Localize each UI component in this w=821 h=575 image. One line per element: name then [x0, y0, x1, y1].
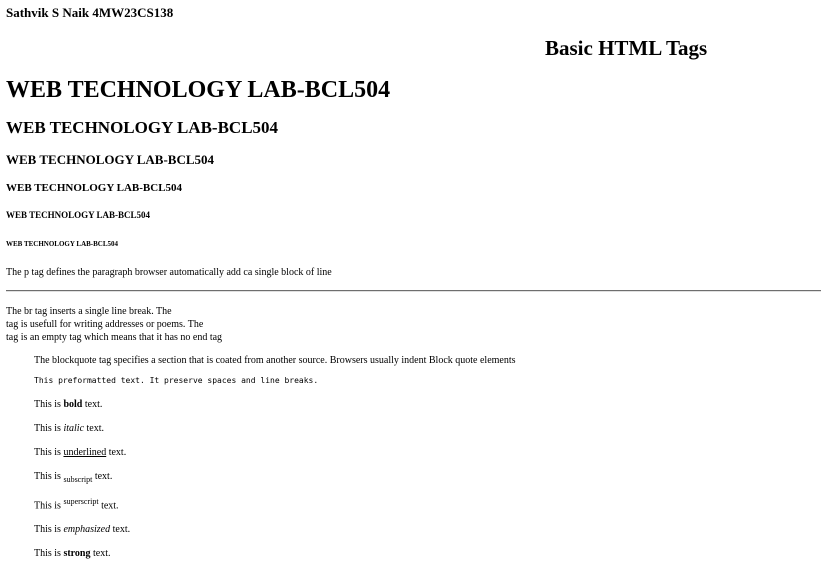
preformatted-text: This preformatted text. It preserve spac…	[34, 376, 319, 385]
heading-3: WEB TECHNOLOGY LAB-BCL504	[6, 152, 215, 167]
br-line: tag is usefull for writing addresses or …	[6, 319, 204, 330]
underline-example: This is underlined text.	[34, 447, 126, 458]
br-line: tag is an empty tag which means that it …	[6, 332, 223, 343]
strong-example: This is strong text.	[34, 548, 111, 559]
bold-text: bold	[63, 399, 83, 410]
prefix-text: This is	[34, 500, 61, 512]
suffix-text: text.	[94, 471, 113, 482]
suffix-text: text.	[112, 524, 131, 535]
prefix-text: This is	[34, 524, 61, 535]
italic-text: italic	[63, 423, 85, 434]
paragraph-text: The p tag defines the paragraph browser …	[6, 267, 332, 278]
suffix-text: text.	[84, 399, 103, 410]
horizontal-rule	[6, 290, 821, 292]
strong-text: strong	[63, 548, 91, 559]
heading-6: WEB TECHNOLOGY LAB-BCL504	[6, 240, 119, 248]
prefix-text: This is	[34, 447, 61, 458]
blockquote-text: The blockquote tag specifies a section t…	[34, 355, 516, 366]
prefix-text: This is	[34, 471, 61, 482]
line-break-text: The br tag inserts a single line break. …	[6, 305, 222, 344]
prefix-text: This is	[34, 548, 61, 559]
emphasis-example: This is emphasized text.	[34, 524, 130, 535]
author-name: Sathvik S Naik 4MW23CS138	[6, 5, 174, 20]
superscript-example: This is superscript text.	[34, 497, 119, 511]
suffix-text: text.	[86, 423, 105, 434]
suffix-text: text.	[101, 500, 119, 512]
prefix-text: This is	[34, 399, 61, 410]
italic-example: This is italic text.	[34, 423, 104, 434]
br-line: The br tag inserts a single line break. …	[6, 306, 172, 317]
heading-2: WEB TECHNOLOGY LAB-BCL504	[6, 118, 279, 137]
superscript-text: superscript	[63, 497, 99, 506]
subscript-text: subscript	[63, 475, 93, 484]
underlined-text: underlined	[63, 447, 107, 458]
bold-example: This is bold text.	[34, 399, 102, 410]
suffix-text: text.	[108, 447, 127, 458]
heading-1: WEB TECHNOLOGY LAB-BCL504	[6, 77, 391, 103]
prefix-text: This is	[34, 423, 61, 434]
emphasized-text: emphasized	[63, 524, 111, 535]
page: Sathvik S Naik 4MW23CS138 Basic HTML Tag…	[0, 0, 821, 575]
heading-5: WEB TECHNOLOGY LAB-BCL504	[6, 210, 151, 220]
suffix-text: text.	[93, 548, 111, 559]
subscript-example: This is subscript text.	[34, 471, 112, 484]
page-title: Basic HTML Tags	[545, 36, 708, 60]
heading-4: WEB TECHNOLOGY LAB-BCL504	[6, 182, 183, 194]
